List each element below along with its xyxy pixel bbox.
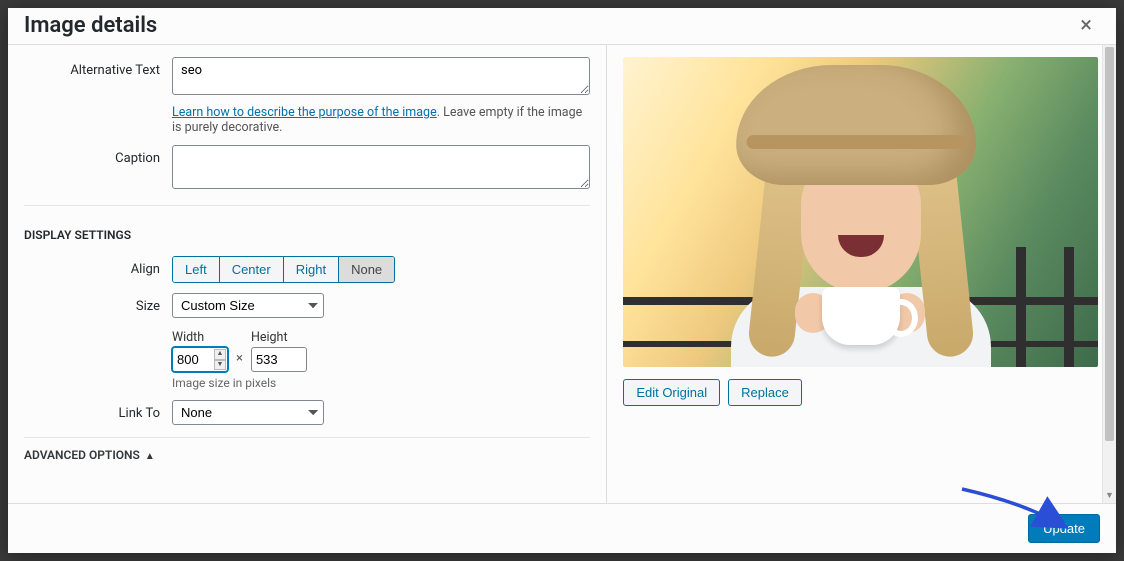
align-label: Align bbox=[24, 256, 172, 283]
chevron-up-icon[interactable]: ▲ bbox=[214, 349, 226, 360]
scrollbar[interactable]: ▲ ▼ bbox=[1102, 45, 1116, 503]
advanced-options-toggle[interactable]: ADVANCED OPTIONS ▲ bbox=[24, 438, 590, 470]
close-icon[interactable]: × bbox=[1072, 15, 1100, 37]
modal-footer: Update bbox=[8, 503, 1116, 553]
advanced-options-label: ADVANCED OPTIONS bbox=[24, 448, 140, 462]
image-details-modal: Image details × Alternative Text Learn h… bbox=[8, 8, 1116, 553]
display-settings-heading: DISPLAY SETTINGS bbox=[24, 228, 590, 242]
modal-header: Image details × bbox=[8, 8, 1116, 44]
chevron-up-icon: ▲ bbox=[145, 451, 155, 462]
align-center-button[interactable]: Center bbox=[220, 257, 284, 282]
alt-text-row: Alternative Text Learn how to describe t… bbox=[24, 57, 590, 135]
align-row: Align Left Center Right None bbox=[24, 256, 590, 283]
settings-panel: Alternative Text Learn how to describe t… bbox=[8, 45, 606, 503]
height-input[interactable] bbox=[251, 347, 307, 372]
dimension-separator: × bbox=[236, 351, 243, 372]
alt-text-input[interactable] bbox=[172, 57, 590, 95]
edit-original-button[interactable]: Edit Original bbox=[623, 379, 720, 406]
modal-title: Image details bbox=[24, 8, 157, 44]
update-button[interactable]: Update bbox=[1028, 514, 1100, 543]
scrollbar-thumb[interactable] bbox=[1105, 47, 1114, 441]
align-none-button[interactable]: None bbox=[339, 257, 394, 282]
size-label: Size bbox=[24, 293, 172, 318]
linkto-row: Link To None bbox=[24, 400, 590, 425]
chevron-down-icon[interactable]: ▼ bbox=[214, 360, 226, 371]
preview-panel: Edit Original Replace ▲ ▼ bbox=[606, 45, 1116, 503]
caption-row: Caption bbox=[24, 145, 590, 193]
linkto-select[interactable]: None bbox=[172, 400, 324, 425]
image-actions: Edit Original Replace bbox=[623, 379, 1098, 406]
align-right-button[interactable]: Right bbox=[284, 257, 339, 282]
align-left-button[interactable]: Left bbox=[173, 257, 220, 282]
caption-label: Caption bbox=[24, 145, 172, 193]
align-button-group: Left Center Right None bbox=[172, 256, 395, 283]
width-label: Width bbox=[172, 330, 228, 345]
chevron-down-icon[interactable]: ▼ bbox=[1103, 490, 1116, 501]
caption-input[interactable] bbox=[172, 145, 590, 189]
divider bbox=[24, 205, 590, 206]
dimensions-row: Width ▲ ▼ × Height bbox=[24, 328, 590, 390]
image-preview bbox=[623, 57, 1098, 367]
height-label: Height bbox=[251, 330, 307, 345]
size-row: Size Custom Size bbox=[24, 293, 590, 318]
modal-body: Alternative Text Learn how to describe t… bbox=[8, 44, 1116, 503]
linkto-label: Link To bbox=[24, 400, 172, 425]
size-select[interactable]: Custom Size bbox=[172, 293, 324, 318]
replace-button[interactable]: Replace bbox=[728, 379, 802, 406]
dimensions-hint: Image size in pixels bbox=[172, 376, 590, 390]
width-spinner[interactable]: ▲ ▼ bbox=[214, 349, 226, 370]
alt-text-help: Learn how to describe the purpose of the… bbox=[172, 105, 590, 135]
alt-text-label: Alternative Text bbox=[24, 57, 172, 135]
alt-help-link[interactable]: Learn how to describe the purpose of the… bbox=[172, 105, 437, 120]
